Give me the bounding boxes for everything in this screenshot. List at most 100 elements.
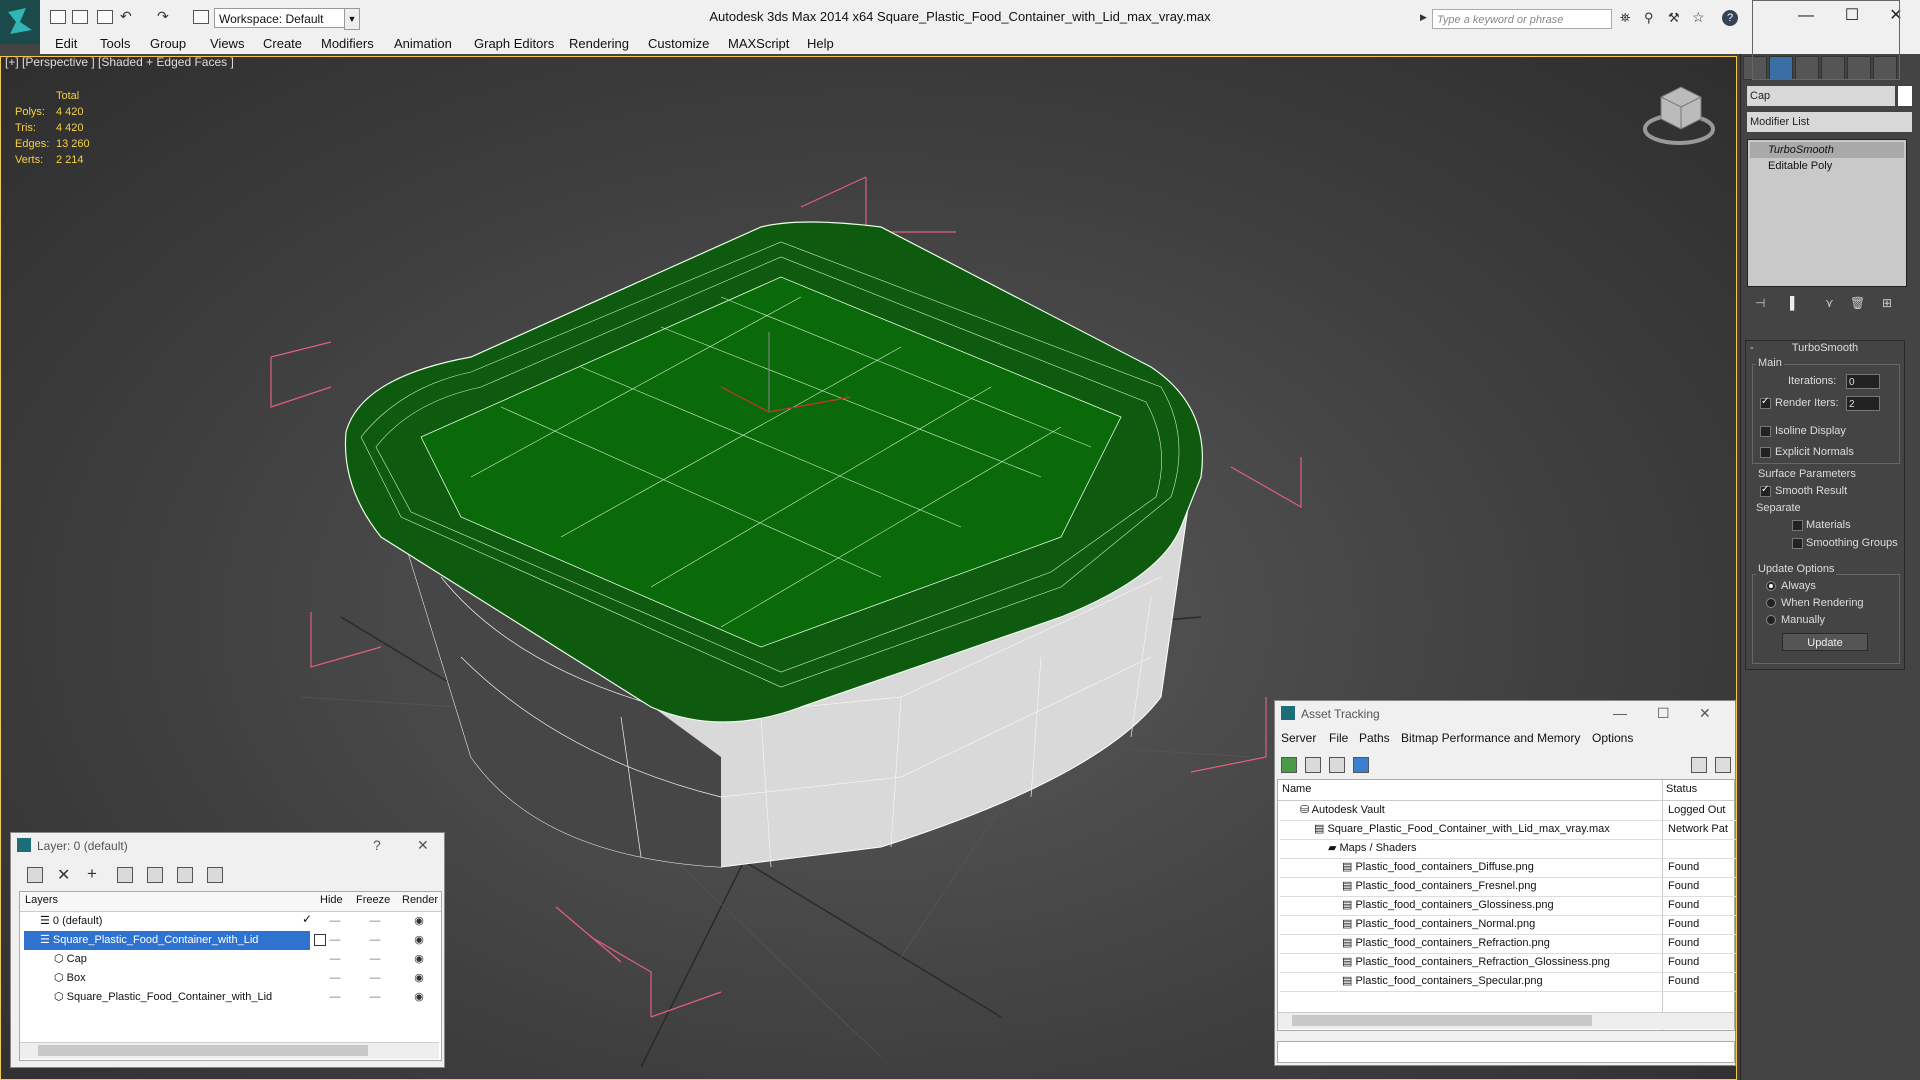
info-center-arrow-icon[interactable]: ▶ (1420, 12, 1427, 23)
favorites-star-icon[interactable]: ☆ (1692, 9, 1705, 26)
iterations-spinner[interactable]: 0 (1846, 374, 1880, 389)
layer-help-button[interactable]: ? (373, 837, 381, 853)
always-radio[interactable] (1766, 581, 1776, 591)
layer-close-button[interactable]: ✕ (417, 837, 429, 854)
refresh-icon[interactable] (1281, 757, 1297, 773)
project-folder-icon[interactable] (193, 10, 209, 24)
freeze-toggle[interactable]: — (360, 950, 390, 969)
object-color-swatch[interactable] (1898, 86, 1912, 106)
render-toggle-icon[interactable]: ◉ (404, 988, 434, 1007)
layer-horizontal-scrollbar[interactable] (20, 1042, 439, 1059)
create-layer-icon[interactable] (27, 867, 43, 883)
update-button[interactable]: Update (1782, 633, 1868, 651)
delete-layer-icon[interactable]: ✕ (57, 865, 70, 885)
asset-row[interactable]: ▤ Plastic_food_containers_Specular.png Fo… (1280, 972, 1736, 992)
menu-tools[interactable]: Tools (100, 36, 130, 51)
make-unique-icon[interactable]: ⋎ (1825, 296, 1834, 310)
asset-row[interactable]: ▤ Plastic_food_containers_Glossiness.png… (1280, 896, 1736, 916)
asset-settings-icon[interactable] (1715, 757, 1731, 773)
hide-toggle[interactable]: — (320, 969, 350, 988)
layer-row[interactable]: ☰ 0 (default) (40, 912, 102, 931)
remove-modifier-icon[interactable]: 🗑 (1850, 296, 1865, 310)
smoothing-groups-checkbox[interactable] (1792, 538, 1803, 549)
select-objects-icon[interactable] (117, 867, 133, 883)
asset-row[interactable]: ▰ Maps / Shaders (1280, 839, 1736, 859)
layers-column-header[interactable]: Layers (25, 894, 58, 906)
asset-horizontal-scrollbar[interactable] (1278, 1012, 1734, 1029)
layer-scroll-thumb[interactable] (38, 1045, 368, 1056)
render-toggle-icon[interactable]: ◉ (404, 912, 434, 931)
binoculars-icon[interactable]: ⛯ (1620, 10, 1630, 26)
hide-toggle[interactable]: — (320, 912, 350, 931)
asset-row[interactable]: ▤ Plastic_food_containers_Refraction.png… (1280, 934, 1736, 954)
hide-all-layers-icon[interactable] (177, 867, 193, 883)
menu-graph-editors[interactable]: Graph Editors (474, 36, 554, 51)
menu-group[interactable]: Group (150, 36, 186, 51)
asset-minimize-button[interactable]: — (1613, 705, 1627, 721)
menu-create[interactable]: Create (263, 36, 302, 51)
hide-toggle[interactable]: — (320, 950, 350, 969)
asset-row[interactable]: ▤ Square_Plastic_Food_Container_with_Lid… (1280, 820, 1736, 840)
status-column-header[interactable]: Status (1666, 783, 1697, 795)
asset-help-icon[interactable] (1691, 757, 1707, 773)
asset-menu-server[interactable]: Server (1281, 731, 1316, 745)
menu-edit[interactable]: Edit (55, 36, 77, 51)
list-view-icon[interactable] (1305, 757, 1321, 773)
freeze-toggle[interactable]: — (360, 931, 390, 950)
layer-list[interactable]: Layers Hide Freeze Render ☰ 0 (default) … (19, 891, 442, 1061)
communication-center-icon[interactable]: ⚲ (1644, 10, 1654, 26)
freeze-toggle[interactable]: — (360, 969, 390, 988)
object-row[interactable]: ⬡ Box (54, 969, 86, 988)
asset-row[interactable]: ▤ Plastic_food_containers_Diffuse.png Fou… (1280, 858, 1736, 878)
open-file-icon[interactable] (72, 10, 88, 24)
when-rendering-radio[interactable] (1766, 598, 1776, 608)
modifier-stack[interactable]: TurboSmooth Editable Poly (1747, 139, 1907, 287)
name-column-header[interactable]: Name (1282, 783, 1311, 795)
render-toggle-icon[interactable]: ◉ (404, 931, 434, 950)
hide-toggle[interactable]: — (320, 988, 350, 1007)
asset-table[interactable]: Name Status ⛁ Autodesk Vault Logged Out ▤ … (1277, 779, 1736, 1031)
asset-row[interactable]: ⛁ Autodesk Vault Logged Out (1280, 801, 1736, 821)
rollout-title[interactable]: TurboSmooth (1745, 342, 1905, 354)
isoline-checkbox[interactable] (1760, 426, 1771, 437)
render-iters-checkbox[interactable] (1760, 396, 1771, 409)
render-iters-spinner[interactable]: 2 (1846, 396, 1880, 411)
stack-item-editable-poly[interactable]: Editable Poly (1750, 158, 1904, 174)
highlight-selected-icon[interactable] (147, 867, 163, 883)
hide-toggle[interactable]: — (320, 931, 350, 950)
materials-checkbox[interactable] (1792, 520, 1803, 531)
exchange-icon[interactable]: ⚒ (1668, 10, 1680, 26)
explicit-normals-checkbox[interactable] (1760, 447, 1771, 458)
object-row[interactable]: ⬡ Square_Plastic_Food_Container_with_Lid (54, 988, 272, 1007)
object-name-field[interactable]: Cap (1747, 86, 1895, 106)
pin-stack-icon[interactable]: ⊣ (1755, 296, 1765, 310)
layer-row-selected[interactable]: ☰ Square_Plastic_Food_Container_with_Lid (24, 931, 310, 950)
viewport-label[interactable]: [+] [Perspective ] [Shaded + Edged Faces… (5, 57, 234, 69)
render-toggle-icon[interactable]: ◉ (404, 950, 434, 969)
workspace-dropdown[interactable]: Workspace: Default (214, 8, 358, 28)
menu-animation[interactable]: Animation (394, 36, 452, 51)
search-input[interactable]: Type a keyword or phrase (1432, 9, 1612, 29)
manually-radio[interactable] (1766, 615, 1776, 625)
render-toggle-icon[interactable]: ◉ (404, 969, 434, 988)
asset-path-field[interactable] (1277, 1041, 1735, 1063)
asset-scroll-thumb[interactable] (1292, 1015, 1592, 1026)
workspace-chevron-down-icon[interactable]: ▼ (344, 8, 360, 30)
stack-item-turbosmooth[interactable]: TurboSmooth (1750, 142, 1904, 158)
asset-row[interactable]: ▤ Plastic_food_containers_Normal.png Foun… (1280, 915, 1736, 935)
menu-customize[interactable]: Customize (648, 36, 709, 51)
new-file-icon[interactable] (50, 10, 66, 24)
configure-modifier-sets-icon[interactable]: ⊞ (1882, 296, 1892, 310)
menu-maxscript[interactable]: MAXScript (728, 36, 789, 51)
redo-icon[interactable]: ↷ (157, 8, 169, 25)
freeze-toggle[interactable]: — (360, 912, 390, 931)
menu-rendering[interactable]: Rendering (569, 36, 629, 51)
asset-row[interactable]: ▤ Plastic_food_containers_Refraction_Glo… (1280, 953, 1736, 973)
render-column-header[interactable]: Render (402, 894, 438, 906)
asset-menu-file[interactable]: File (1329, 731, 1348, 745)
freeze-all-layers-icon[interactable] (207, 867, 223, 883)
freeze-column-header[interactable]: Freeze (356, 894, 390, 906)
hide-column-header[interactable]: Hide (320, 894, 343, 906)
table-view-icon[interactable] (1353, 757, 1369, 773)
asset-menu-options[interactable]: Options (1592, 731, 1633, 745)
